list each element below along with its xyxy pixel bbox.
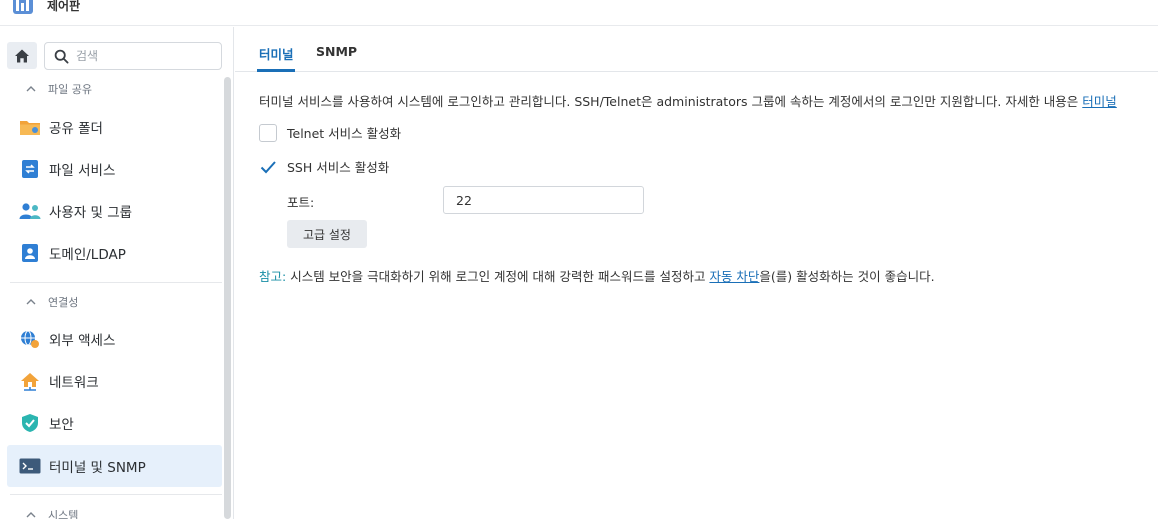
note-text: 시스템 보안을 극대화하기 위해 로그인 계정에 대해 강력한 패스워드를 설정…: [286, 269, 710, 284]
note-prefix: 참고:: [259, 269, 287, 284]
shared-folder-icon: [19, 116, 41, 138]
tab-snmp[interactable]: SNMP: [316, 44, 357, 59]
checkmark-icon: [260, 160, 276, 173]
sidebar-item-network[interactable]: 네트워크: [7, 360, 222, 402]
section-label: 연결성: [48, 296, 79, 309]
sidebar-item-terminal-snmp[interactable]: 터미널 및 SNMP: [7, 445, 222, 487]
note-suffix: 을(를) 활성화하는 것이 좋습니다.: [759, 269, 935, 284]
sidebar-item-label: 사용자 및 그룹: [49, 205, 133, 221]
telnet-option[interactable]: Telnet 서비스 활성화: [259, 123, 401, 142]
advanced-settings-button[interactable]: 고급 설정: [287, 220, 367, 248]
main-panel: 터미널 SNMP 터미널 서비스를 사용하여 시스템에 로그인하고 관리합니다.…: [235, 27, 1158, 519]
sidebar-item-label: 도메인/LDAP: [49, 247, 126, 263]
section-divider: [10, 494, 222, 495]
sidebar-item-shared-folder[interactable]: 공유 폴더: [7, 106, 222, 148]
section-system[interactable]: 시스템: [24, 506, 78, 519]
sidebar-scrollbar[interactable]: [224, 77, 231, 519]
sidebar: 파일 공유 공유 폴더 파일 서비스: [0, 27, 234, 519]
port-input[interactable]: [443, 186, 644, 214]
sidebar-item-label: 공유 폴더: [49, 121, 103, 137]
home-button[interactable]: [7, 42, 37, 69]
sidebar-item-label: 외부 액세스: [49, 333, 116, 349]
sidebar-item-label: 네트워크: [49, 375, 99, 391]
ssh-label: SSH 서비스 활성화: [287, 160, 390, 175]
search-input[interactable]: [76, 46, 216, 66]
security-note: 참고: 시스템 보안을 극대화하기 위해 로그인 계정에 대해 강력한 패스워드…: [259, 266, 935, 285]
section-connectivity[interactable]: 연결성: [24, 293, 78, 311]
sidebar-item-label: 파일 서비스: [49, 163, 116, 179]
domain-ldap-icon: [19, 242, 41, 264]
sidebar-item-external-access[interactable]: 외부 액세스: [7, 318, 222, 360]
security-shield-icon: [19, 412, 41, 434]
telnet-label: Telnet 서비스 활성화: [287, 126, 402, 141]
section-file-sharing[interactable]: 파일 공유: [24, 80, 92, 98]
auto-block-link[interactable]: 자동 차단: [709, 269, 759, 284]
tab-terminal[interactable]: 터미널: [259, 44, 294, 63]
tab-bar: 터미널 SNMP: [235, 27, 1158, 72]
control-panel-app-icon: [13, 0, 33, 14]
port-label: 포트:: [287, 195, 315, 210]
network-icon: [19, 370, 41, 392]
sidebar-item-domain-ldap[interactable]: 도메인/LDAP: [7, 232, 222, 274]
chevron-up-icon: [26, 86, 36, 92]
user-group-icon: [19, 200, 41, 222]
window-title: 제어판: [47, 0, 81, 13]
chevron-up-icon: [26, 512, 36, 518]
telnet-checkbox[interactable]: [259, 123, 277, 142]
search-icon: [54, 49, 69, 64]
section-label: 파일 공유: [48, 83, 92, 96]
home-icon: [15, 49, 29, 62]
terminal-description: 터미널 서비스를 사용하여 시스템에 로그인하고 관리합니다. SSH/Teln…: [259, 91, 1117, 110]
title-bar: 제어판: [0, 0, 1158, 26]
description-text: 터미널 서비스를 사용하여 시스템에 로그인하고 관리합니다. SSH/Teln…: [259, 94, 1083, 109]
ssh-checkbox[interactable]: [259, 158, 277, 176]
ssh-option[interactable]: SSH 서비스 활성화: [259, 157, 389, 176]
description-help-link[interactable]: 터미널: [1082, 94, 1117, 109]
terminal-icon: [19, 455, 41, 477]
file-services-icon: [19, 158, 41, 180]
sidebar-item-label: 터미널 및 SNMP: [49, 460, 146, 476]
sidebar-item-file-services[interactable]: 파일 서비스: [7, 148, 222, 190]
sidebar-item-label: 보안: [49, 417, 74, 433]
section-label: 시스템: [48, 509, 79, 519]
chevron-up-icon: [26, 299, 36, 305]
section-divider: [10, 282, 222, 283]
active-tab-indicator: [257, 69, 295, 72]
external-access-icon: [19, 328, 41, 350]
sidebar-item-security[interactable]: 보안: [7, 402, 222, 444]
search-box[interactable]: [44, 42, 222, 70]
sidebar-item-user-group[interactable]: 사용자 및 그룹: [7, 190, 222, 232]
